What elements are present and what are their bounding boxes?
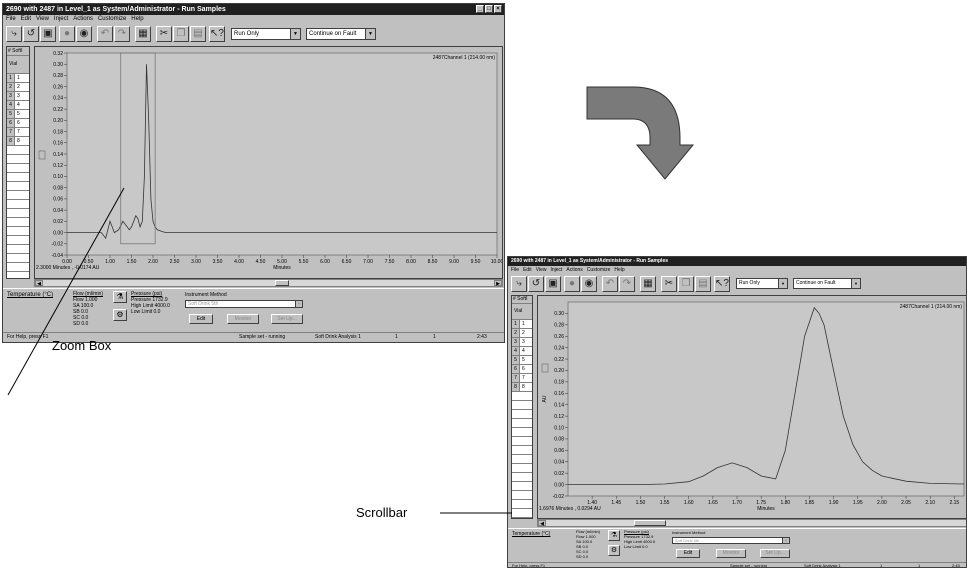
scrollbar-callout: Scrollbar [356, 505, 408, 520]
zoom-box-pointer-line [7, 187, 512, 514]
